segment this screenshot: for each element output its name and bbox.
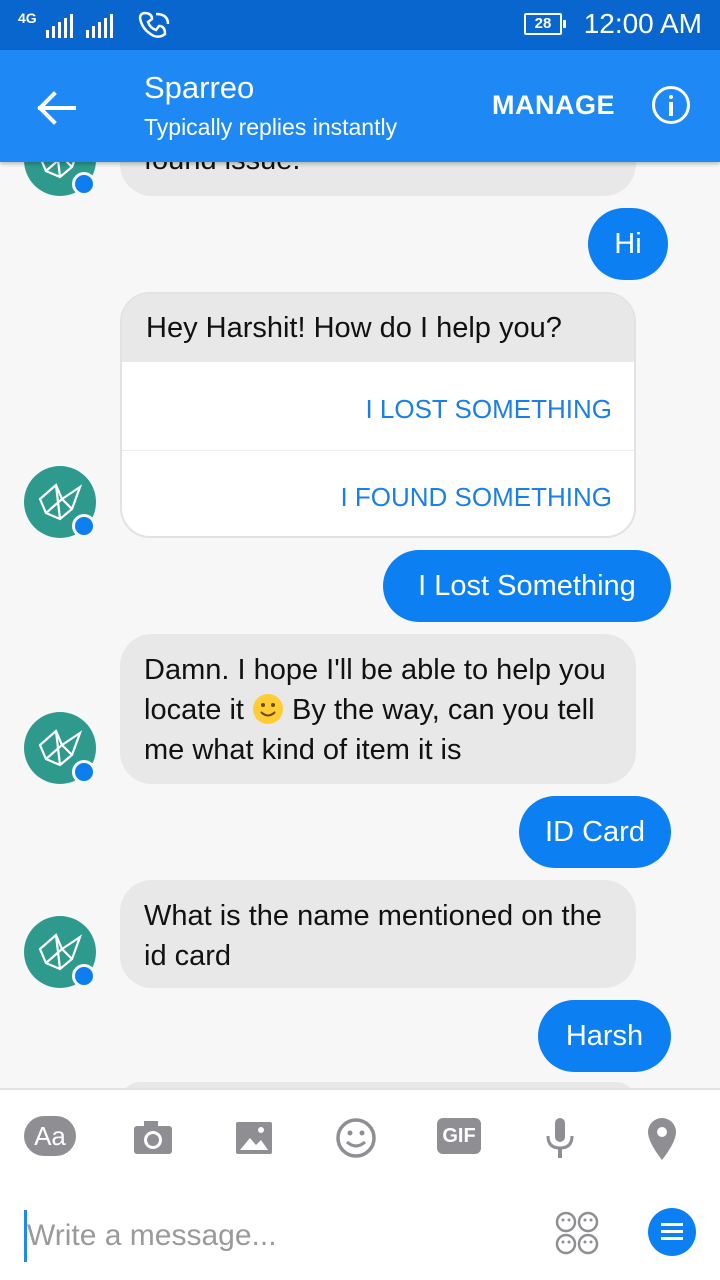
quick-reply-found[interactable]: I FOUND SOMETHING — [340, 482, 612, 513]
message-input[interactable] — [24, 1210, 509, 1262]
messenger-badge-icon — [72, 964, 96, 988]
conversation-header: Sparreo Typically replies instantly MANA… — [0, 50, 720, 162]
page-title[interactable]: Sparreo — [144, 70, 254, 106]
user-message: Hi — [588, 208, 668, 280]
microphone-icon[interactable] — [532, 1114, 588, 1162]
bot-message: Damn. I hope I'll be able to help you lo… — [120, 634, 636, 784]
menu-icon[interactable] — [648, 1208, 696, 1256]
bot-avatar[interactable] — [24, 466, 96, 538]
quick-reply-card: Hey Harshit! How do I help you? I LOST S… — [120, 292, 636, 538]
composer: Aa GIF — [0, 1088, 720, 1280]
quick-reply-lost[interactable]: I LOST SOMETHING — [365, 394, 612, 425]
bot-avatar[interactable] — [24, 712, 96, 784]
image-icon[interactable] — [226, 1114, 282, 1162]
back-arrow-icon[interactable] — [34, 86, 78, 130]
card-text: Hey Harshit! How do I help you? — [122, 294, 634, 362]
manage-button[interactable]: MANAGE — [492, 90, 615, 121]
location-pin-icon[interactable] — [634, 1114, 690, 1162]
text-format-button[interactable]: Aa — [24, 1116, 76, 1156]
user-message: I Lost Something — [383, 550, 671, 622]
smiley-emoji-icon — [253, 694, 283, 724]
user-message: ID Card — [519, 796, 671, 868]
reply-status: Typically replies instantly — [144, 114, 398, 140]
user-message: Harsh — [538, 1000, 671, 1072]
messenger-badge-icon — [72, 514, 96, 538]
info-icon[interactable] — [652, 86, 690, 124]
emoji-icon[interactable] — [328, 1114, 384, 1162]
bot-message: What is the name mentioned on the id car… — [120, 880, 636, 988]
divider — [122, 450, 634, 451]
messenger-badge-icon — [72, 172, 96, 196]
message-list[interactable]: found issue. Hi Hey Harshit! How do I he… — [0, 0, 720, 1088]
bot-avatar[interactable] — [24, 916, 96, 988]
messenger-badge-icon — [72, 760, 96, 784]
camera-icon[interactable] — [126, 1114, 182, 1162]
stickers-icon[interactable] — [552, 1208, 602, 1258]
gif-button[interactable]: GIF — [437, 1118, 481, 1154]
